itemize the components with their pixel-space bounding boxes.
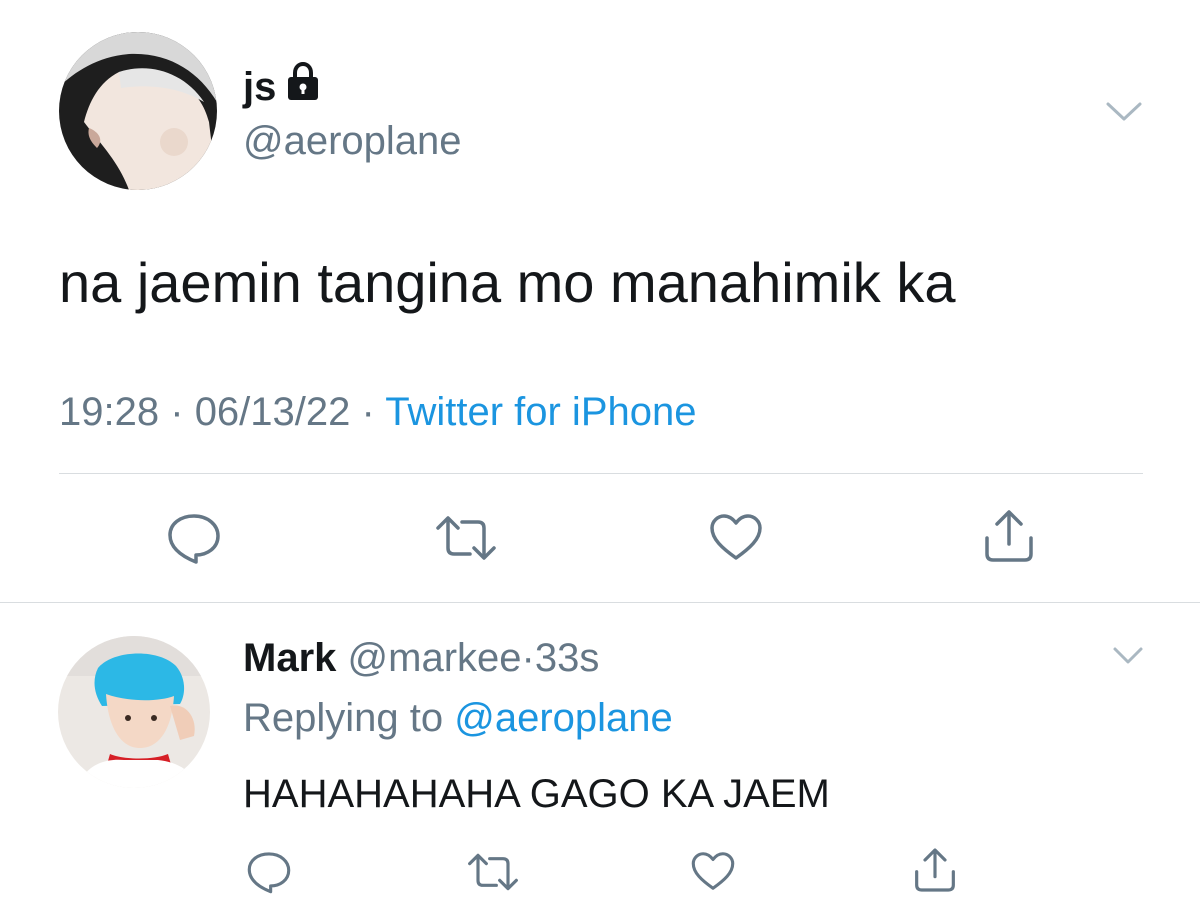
chevron-down-icon[interactable] xyxy=(1105,100,1143,129)
display-name-text: js xyxy=(243,65,277,109)
mention-link[interactable]: @aeroplane xyxy=(454,696,673,740)
share-icon[interactable] xyxy=(979,508,1039,569)
share-icon[interactable] xyxy=(910,846,960,899)
replying-prefix: Replying to xyxy=(243,696,444,740)
divider xyxy=(0,602,1200,603)
tweet-meta: 19:28 · 06/13/22 · Twitter for iPhone xyxy=(59,388,696,436)
tweet-time[interactable]: 33s xyxy=(535,636,600,680)
chevron-down-icon[interactable] xyxy=(1112,645,1144,672)
meta-separator: · xyxy=(170,390,184,434)
tweet-date: 06/13/22 xyxy=(194,390,351,434)
tweet-source-link[interactable]: Twitter for iPhone xyxy=(385,390,696,434)
tweet-thread: js @aeroplane na jaemin tangina mo manah… xyxy=(0,0,1200,912)
user-handle[interactable]: @markee xyxy=(348,636,522,680)
like-icon[interactable] xyxy=(708,512,764,567)
retweet-icon[interactable] xyxy=(468,852,518,897)
meta-separator: · xyxy=(521,636,535,680)
like-icon[interactable] xyxy=(690,850,736,897)
lock-icon xyxy=(286,61,320,112)
divider xyxy=(59,473,1143,474)
reply-icon[interactable] xyxy=(246,850,292,899)
user-handle[interactable]: @aeroplane xyxy=(243,118,462,164)
meta-separator: · xyxy=(361,390,375,434)
replying-to: Replying to @aeroplane xyxy=(243,695,673,741)
reply-icon[interactable] xyxy=(166,512,222,569)
display-name[interactable]: Mark xyxy=(243,636,336,680)
tweet-text: HAHAHAHAHA GAGO KA JAEM xyxy=(243,772,830,816)
tweet-time: 19:28 xyxy=(59,390,160,434)
tweet-text: na jaemin tangina mo manahimik ka xyxy=(59,251,956,314)
display-name[interactable]: js xyxy=(243,61,320,112)
retweet-icon[interactable] xyxy=(436,514,496,567)
avatar[interactable] xyxy=(59,32,217,190)
reply-header: Mark @markee·33s xyxy=(243,635,599,681)
avatar[interactable] xyxy=(58,636,210,788)
